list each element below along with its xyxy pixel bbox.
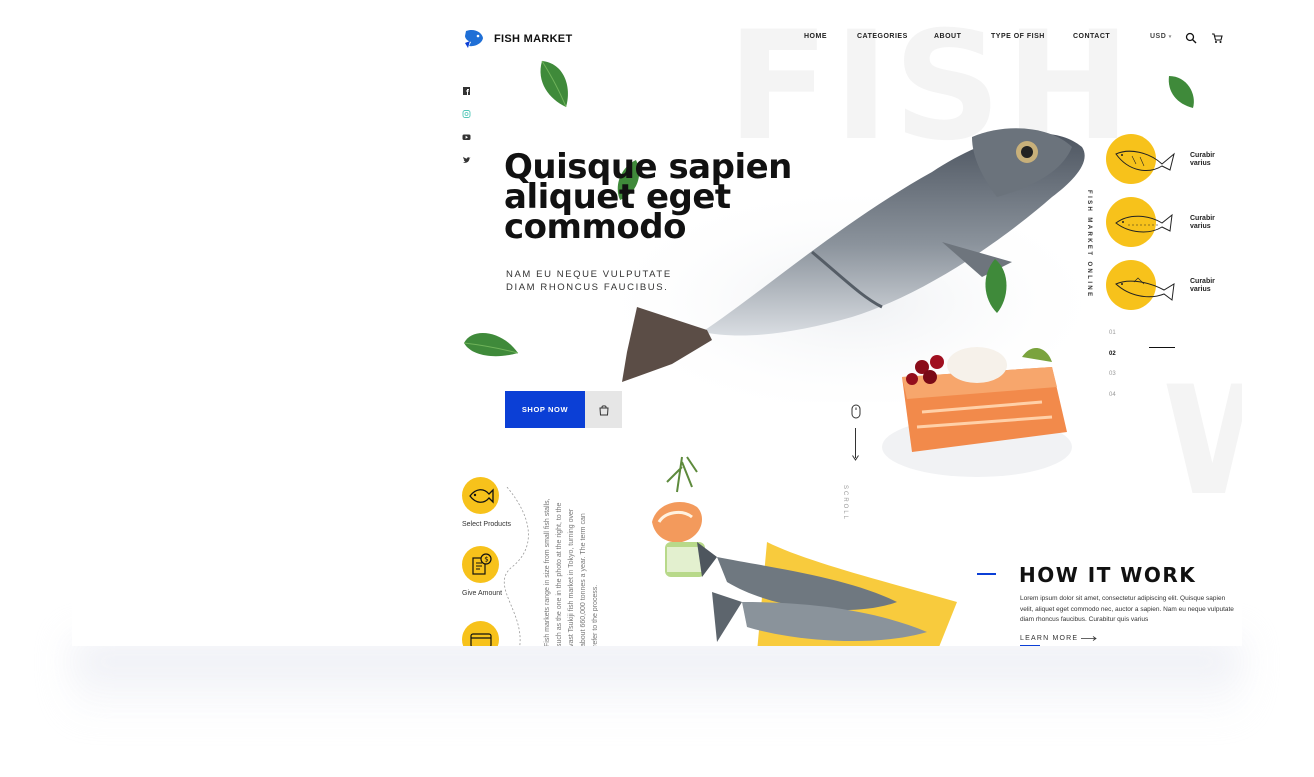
hero-title: Quisque sapien aliquet eget commodo bbox=[504, 150, 792, 247]
svg-text:$: $ bbox=[484, 555, 488, 563]
slide-pager: 01 02 03 04 bbox=[1109, 323, 1116, 405]
website-mockup: FISH W FISH MARKET HOME CATEGORIES ABOUT… bbox=[72, 12, 1242, 646]
nav-type-of-fish[interactable]: TYPE OF FISH bbox=[991, 33, 1073, 40]
basil-leaf-decoration bbox=[463, 332, 519, 357]
fish-type-label: Curabir varius bbox=[1190, 278, 1215, 293]
logo[interactable]: FISH MARKET bbox=[462, 27, 572, 51]
scroll-line bbox=[855, 428, 856, 458]
nav-about[interactable]: ABOUT bbox=[934, 33, 991, 40]
currency-select[interactable]: USD ▾ bbox=[1150, 33, 1172, 40]
salmon-dish-image bbox=[882, 347, 1072, 477]
mouse-scroll-icon bbox=[851, 404, 861, 419]
sea-bass-pair-image bbox=[697, 542, 957, 646]
pager-item-active[interactable]: 02 bbox=[1109, 344, 1116, 365]
learn-more-label: LEARN MORE bbox=[1020, 635, 1079, 642]
instagram-icon[interactable] bbox=[462, 106, 471, 118]
nav-categories[interactable]: CATEGORIES bbox=[857, 33, 934, 40]
nav-contact[interactable]: CONTACT bbox=[1073, 33, 1133, 40]
fish-icon bbox=[468, 487, 494, 504]
pager-item[interactable]: 01 bbox=[1109, 323, 1116, 344]
main-nav: HOME CATEGORIES ABOUT TYPE OF FISH CONTA… bbox=[804, 33, 1133, 40]
shopping-bag-icon bbox=[598, 404, 609, 415]
cart-icon[interactable] bbox=[1211, 32, 1223, 44]
basil-leaf-decoration bbox=[540, 60, 568, 108]
hero-title-line: commodo bbox=[504, 207, 686, 247]
learn-more-link[interactable]: LEARN MORE bbox=[1020, 635, 1098, 642]
step-circle: $ bbox=[462, 546, 499, 583]
section-accent-dash bbox=[977, 573, 996, 575]
pager-item[interactable]: 03 bbox=[1109, 364, 1116, 385]
basil-leaf-decoration bbox=[1168, 76, 1194, 108]
how-it-work-title: HOW IT WORK bbox=[1019, 563, 1197, 587]
step-item bbox=[462, 621, 499, 646]
shop-now-button[interactable]: SHOP NOW bbox=[505, 391, 585, 428]
arrow-down-icon bbox=[852, 455, 859, 461]
fish-type-label: Curabir varius bbox=[1190, 215, 1215, 230]
logo-text: FISH MARKET bbox=[494, 33, 573, 45]
fish-type-label: Curabir varius bbox=[1190, 152, 1215, 167]
step-circle bbox=[462, 621, 499, 646]
learn-more-underline bbox=[1020, 645, 1040, 646]
card-shadow bbox=[72, 640, 1242, 720]
fish-logo-icon bbox=[465, 29, 483, 48]
step-item: $ Give Amount bbox=[462, 546, 502, 597]
hero-subtitle: NAM EU NEQUE VULPUTATE DIAM RHONCUS FAUC… bbox=[506, 268, 672, 294]
step-circle bbox=[462, 477, 499, 514]
sketch-fish-icon bbox=[1115, 277, 1175, 301]
search-icon[interactable] bbox=[1185, 32, 1197, 44]
scroll-label: SCROLL bbox=[842, 485, 848, 522]
pager-item[interactable]: 04 bbox=[1109, 385, 1116, 406]
payment-card-icon bbox=[469, 632, 492, 646]
facebook-icon[interactable] bbox=[462, 83, 471, 95]
basil-leaf-decoration bbox=[985, 259, 1007, 313]
step-item: Select Products bbox=[462, 477, 511, 528]
social-links bbox=[462, 83, 471, 163]
steps-paragraph: Fish markets range in size from small fi… bbox=[544, 498, 598, 646]
pager-active-line bbox=[1149, 347, 1175, 348]
youtube-icon[interactable] bbox=[462, 129, 471, 140]
currency-value: USD bbox=[1150, 33, 1167, 40]
twitter-icon[interactable] bbox=[462, 152, 471, 163]
background-word-w: W bbox=[1162, 367, 1242, 517]
shopping-bag-button[interactable] bbox=[585, 391, 622, 428]
arrow-right-icon bbox=[1081, 636, 1098, 641]
page: FISH W FISH MARKET HOME CATEGORIES ABOUT… bbox=[0, 0, 1314, 777]
sketch-fish-icon bbox=[1115, 150, 1175, 171]
step-label: Give Amount bbox=[462, 590, 503, 597]
invoice-icon: $ bbox=[471, 552, 492, 575]
hero-subtitle-line: NAM EU NEQUE VULPUTATE bbox=[506, 269, 672, 280]
hero-subtitle-line: DIAM RHONCUS FAUCIBUS. bbox=[506, 282, 669, 293]
how-it-work-text: Lorem ipsum dolor sit amet, consectetur … bbox=[1020, 595, 1234, 623]
vertical-brand-label: FISH MARKET ONLINE bbox=[1086, 190, 1092, 299]
step-label: Select Products bbox=[462, 521, 512, 528]
nav-home[interactable]: HOME bbox=[804, 33, 857, 40]
sketch-fish-icon bbox=[1115, 213, 1173, 233]
chevron-down-icon: ▾ bbox=[1168, 34, 1172, 40]
